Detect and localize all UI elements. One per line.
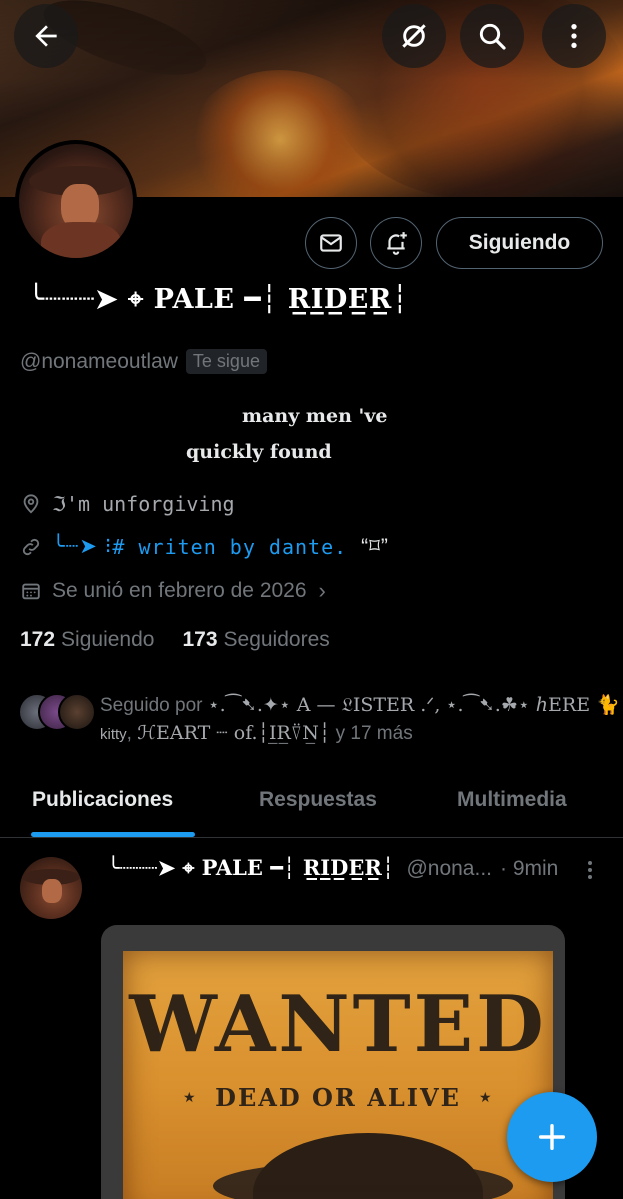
wanted-poster: WANTED ★ DEAD OR ALIVE ★ xyxy=(123,951,553,1199)
plus-icon xyxy=(538,1123,566,1151)
chevron-right-icon: › xyxy=(318,578,326,603)
more-vertical-icon xyxy=(571,24,577,48)
mail-icon xyxy=(320,234,342,252)
avatar xyxy=(58,693,96,731)
bio-line: quickly found xyxy=(186,441,332,463)
followed-by-more: y 17 más xyxy=(335,723,413,744)
post-avatar-face-shape xyxy=(42,879,62,903)
location-pin-icon xyxy=(23,494,39,514)
profile-link[interactable]: ╰┈➤ ⁝ # writen by dante. “⌑” xyxy=(20,534,389,559)
slashed-circle-icon xyxy=(402,24,426,48)
following-button[interactable]: Siguiendo xyxy=(436,217,603,269)
bell-plus-icon xyxy=(387,232,407,255)
link-text[interactable]: # writen by dante. xyxy=(112,535,347,559)
notifications-button[interactable] xyxy=(370,217,422,269)
followed-by-name: ⋆.⁀➷.✦⋆ A — 𝔏ISTER .ᐟ, xyxy=(207,694,441,716)
profile-display-name: ╰┈┈┈➤ ⌖ PALE ━┆ R̲I̲D̲E̲R̲┆ xyxy=(28,284,409,315)
back-button[interactable] xyxy=(14,4,78,68)
tab-publicaciones[interactable]: Publicaciones xyxy=(32,788,173,812)
followers-label: Seguidores xyxy=(223,628,330,651)
handle-row: @nonameoutlaw Te sigue xyxy=(20,349,267,374)
tab-multimedia[interactable]: Multimedia xyxy=(457,788,567,812)
following-label: Siguiendo xyxy=(61,628,155,651)
followed-by-name: kitty xyxy=(100,726,127,743)
followed-by-name: ℋEART ┈ of.┆I̲R̲⍢N̲┆ xyxy=(137,722,331,744)
profile-avatar[interactable] xyxy=(15,140,137,262)
followed-by-prefix: Seguido por xyxy=(100,695,208,716)
post-author-name[interactable]: ╰┈┈┈➤ ⌖ PALE ━┆ R̲I̲D̲E̲R̲┆ xyxy=(107,855,394,881)
followers-count: 173 xyxy=(182,628,218,651)
post-timestamp[interactable]: · 9min xyxy=(500,857,558,881)
avatar-cloth-shape xyxy=(41,222,121,258)
search-button[interactable] xyxy=(460,4,524,68)
grok-button[interactable] xyxy=(382,4,446,68)
bio-line: many men 've xyxy=(242,405,388,427)
arrow-left-icon xyxy=(35,25,57,47)
followed-by-line[interactable]: kitty, ℋEART ┈ of.┆I̲R̲⍢N̲┆ y 17 más xyxy=(100,722,413,745)
calendar-icon xyxy=(22,583,40,600)
link-prefix: ╰┈➤ ⁝ xyxy=(52,535,113,558)
tab-respuestas[interactable]: Respuestas xyxy=(259,788,377,812)
more-button[interactable] xyxy=(542,4,606,68)
message-button[interactable] xyxy=(305,217,357,269)
followed-by-name: ⋆.⁀➷.☘⋆ ℎERE 🐈 xyxy=(445,694,620,716)
profile-stats: 172 Siguiendo 173 Seguidores xyxy=(20,628,330,652)
followed-by-line[interactable]: Seguido por ⋆.⁀➷.✦⋆ A — 𝔏ISTER .ᐟ, ⋆.⁀➷.… xyxy=(100,693,620,717)
follows-you-badge: Te sigue xyxy=(185,349,267,374)
link-quote: “⌑” xyxy=(361,535,389,558)
link-icon xyxy=(22,538,40,555)
post-header: ╰┈┈┈➤ ⌖ PALE ━┆ R̲I̲D̲E̲R̲┆ @nona... · 9… xyxy=(107,855,558,881)
poster-edge-shade xyxy=(123,951,553,1199)
joined-text: Se unió en febrero de 2026 xyxy=(52,579,307,602)
location-text: ℑ'm unforgiving xyxy=(52,492,235,516)
followers-stat[interactable]: 173 Seguidores xyxy=(182,628,329,652)
following-stat[interactable]: 172 Siguiendo xyxy=(20,628,154,652)
post-image[interactable]: WANTED ★ DEAD OR ALIVE ★ xyxy=(101,925,565,1199)
active-tab-indicator xyxy=(31,832,195,837)
post-avatar[interactable] xyxy=(20,857,82,919)
compose-button[interactable] xyxy=(507,1092,597,1182)
profile-location: ℑ'm unforgiving xyxy=(20,492,235,516)
search-icon xyxy=(479,23,506,50)
following-count: 172 xyxy=(20,628,56,651)
profile-tabs: Publicaciones Respuestas Multimedia xyxy=(0,774,623,838)
profile-handle: @nonameoutlaw xyxy=(20,349,178,373)
post-author-handle[interactable]: @nona... xyxy=(406,857,492,881)
profile-joined[interactable]: Se unió en febrero de 2026 › xyxy=(20,578,326,604)
post-more-icon[interactable] xyxy=(582,858,598,882)
